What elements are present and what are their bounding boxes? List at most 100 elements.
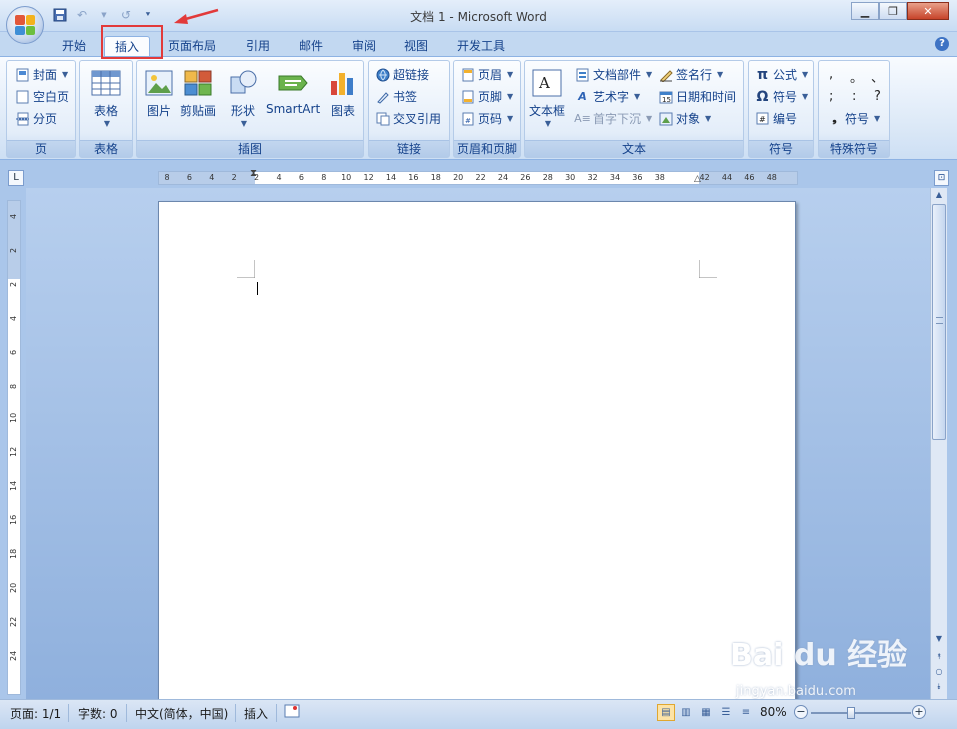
vertical-ruler-tick-label: 24 xyxy=(9,650,18,661)
chart-icon xyxy=(327,67,359,99)
group-label-symbols: 符号 xyxy=(749,140,813,157)
browse-object-icon[interactable]: ○ xyxy=(932,665,946,679)
group-label-table: 表格 xyxy=(80,140,132,157)
tab-view[interactable]: 视图 xyxy=(394,36,438,56)
table-button[interactable]: 表格 ▼ xyxy=(90,67,122,128)
ruler-tick-label: 4 xyxy=(209,173,215,182)
web-layout-view-icon[interactable]: ▦ xyxy=(697,704,715,721)
vertical-scrollbar[interactable]: ▲ ▼ ⯭ ○ ⯯ xyxy=(930,188,947,699)
shapes-icon xyxy=(227,67,259,99)
special-symbol-comma[interactable]: , xyxy=(829,67,833,82)
calendar-icon: 15 xyxy=(658,89,673,104)
zoom-level[interactable]: 80% xyxy=(760,705,787,719)
drop-cap-button[interactable]: A≡ 首字下沉 ▼ xyxy=(574,110,652,127)
cross-reference-button[interactable]: 交叉引用 xyxy=(375,110,441,127)
numbering-icon: # xyxy=(755,111,770,126)
vertical-ruler-tick-label: 4 xyxy=(9,315,18,321)
page-number-button[interactable]: # 页码 ▼ xyxy=(460,110,513,127)
scroll-up-icon[interactable]: ▲ xyxy=(932,188,946,202)
header-icon xyxy=(460,67,475,82)
ruler-tick-label: 8 xyxy=(321,173,327,182)
scroll-down-icon[interactable]: ▼ xyxy=(932,632,946,646)
tab-references[interactable]: 引用 xyxy=(236,36,280,56)
status-word-count[interactable]: 字数: 0 xyxy=(78,705,118,722)
zoom-out-icon[interactable]: − xyxy=(794,705,808,719)
tab-mailings[interactable]: 邮件 xyxy=(289,36,333,56)
vertical-ruler[interactable]: 4 2 2 4 6 8 10 12 14 16 18 20 22 24 xyxy=(7,200,21,695)
equation-button[interactable]: π 公式 ▼ xyxy=(755,66,808,83)
footer-button[interactable]: 页脚 ▼ xyxy=(460,88,513,105)
status-insert-mode[interactable]: 插入 xyxy=(244,705,268,722)
draft-view-icon[interactable]: ≡ xyxy=(737,704,755,721)
chart-button[interactable]: 图表 xyxy=(327,67,359,119)
document-page[interactable] xyxy=(158,201,796,706)
status-language[interactable]: 中文(简体，中国) xyxy=(135,705,228,722)
special-symbol-question[interactable]: ? xyxy=(874,89,881,104)
watermark-logo-text: Bai du 经验 xyxy=(730,638,908,673)
minimize-button[interactable]: ▁ xyxy=(851,2,879,20)
date-time-button[interactable]: 15 日期和时间 xyxy=(658,88,736,105)
special-symbol-colon[interactable]: : xyxy=(852,89,856,104)
text-cursor xyxy=(257,282,258,295)
ruler-row: L 8 6 4 2 2 4 6 8 10 12 14 16 18 20 22 24 26 28 30 32 34 36 38… xyxy=(0,160,957,188)
zoom-in-icon[interactable]: + xyxy=(912,705,926,719)
quick-parts-button[interactable]: 文档部件 ▼ xyxy=(575,66,652,83)
smartart-button[interactable]: SmartArt xyxy=(266,67,320,116)
group-label-pages: 页 xyxy=(7,140,75,157)
signature-line-button[interactable]: 签名行 ▼ xyxy=(658,66,723,83)
group-label-header-footer: 页眉和页脚 xyxy=(454,140,520,157)
bookmark-button[interactable]: 书签 xyxy=(375,88,417,105)
macro-record-icon[interactable] xyxy=(284,704,300,721)
special-symbol-semicolon[interactable]: ; xyxy=(829,89,833,104)
zoom-slider[interactable] xyxy=(811,707,911,719)
maximize-button[interactable]: ❐ xyxy=(879,2,907,20)
textbox-button[interactable]: A 文本框 ▼ xyxy=(529,67,565,128)
wordart-button[interactable]: A 艺术字 ▼ xyxy=(575,88,640,105)
header-button[interactable]: 页眉 ▼ xyxy=(460,66,513,83)
tab-home[interactable]: 开始 xyxy=(52,36,96,56)
tab-insert[interactable]: 插入 xyxy=(104,36,151,56)
tab-review[interactable]: 审阅 xyxy=(342,36,386,56)
corner-mark-top-left xyxy=(237,260,255,278)
tab-page-layout[interactable]: 页面布局 xyxy=(158,36,226,56)
vertical-ruler-tick-label: 12 xyxy=(9,446,18,457)
full-screen-reading-view-icon[interactable]: ▥ xyxy=(677,704,695,721)
view-ruler-button[interactable]: ⊡ xyxy=(934,170,949,186)
print-layout-view-icon[interactable]: ▤ xyxy=(657,704,675,721)
tab-developer[interactable]: 开发工具 xyxy=(447,36,515,56)
scroll-thumb[interactable] xyxy=(932,204,946,440)
special-symbol-enum-comma[interactable]: 、 xyxy=(871,67,884,86)
clip-art-button[interactable]: 剪贴画 xyxy=(180,67,216,119)
next-page-icon[interactable]: ⯯ xyxy=(932,680,946,694)
corner-mark-top-right xyxy=(699,260,717,278)
help-icon[interactable]: ? xyxy=(935,37,949,51)
picture-button[interactable]: 图片 xyxy=(143,67,175,119)
object-button[interactable]: 对象 ▼ xyxy=(658,110,711,127)
ruler-tick-label: 24 xyxy=(497,173,509,182)
status-page[interactable]: 页面: 1/1 xyxy=(10,705,61,722)
symbol-button[interactable]: Ω 符号 ▼ xyxy=(755,88,809,105)
special-symbol-more-button[interactable]: ❟ 符号 ▼ xyxy=(827,110,880,127)
close-button[interactable]: ✕ xyxy=(907,2,949,20)
special-symbol-period[interactable]: 。 xyxy=(850,67,863,86)
right-indent-marker-icon[interactable]: △ xyxy=(694,174,701,184)
horizontal-ruler[interactable]: 8 6 4 2 2 4 6 8 10 12 14 16 18 20 22 24 26 28 30 32 34 36 38 42… xyxy=(158,168,798,185)
outline-view-icon[interactable]: ☰ xyxy=(717,704,735,721)
blank-page-icon xyxy=(15,89,30,104)
drop-cap-icon: A≡ xyxy=(574,112,591,125)
office-button[interactable] xyxy=(6,6,44,44)
ruler-tick-label: 22 xyxy=(475,173,486,182)
indent-marker-icon[interactable]: ⧗ xyxy=(250,168,257,179)
shapes-button[interactable]: 形状 ▼ xyxy=(227,67,259,128)
numbering-button[interactable]: # 编号 xyxy=(755,110,797,127)
blank-page-button[interactable]: 空白页 xyxy=(15,88,69,105)
page-break-button[interactable]: 分页 xyxy=(15,110,57,127)
cover-page-button[interactable]: 封面 ▼ xyxy=(15,66,68,83)
svg-text:#: # xyxy=(759,115,766,124)
cross-reference-icon xyxy=(375,111,390,126)
tab-selector-button[interactable]: L xyxy=(8,170,24,186)
hyperlink-button[interactable]: 超链接 xyxy=(375,66,429,83)
zoom-slider-thumb[interactable] xyxy=(847,707,855,719)
previous-page-icon[interactable]: ⯭ xyxy=(932,650,946,664)
vertical-ruler-tick-label: 16 xyxy=(9,514,18,525)
